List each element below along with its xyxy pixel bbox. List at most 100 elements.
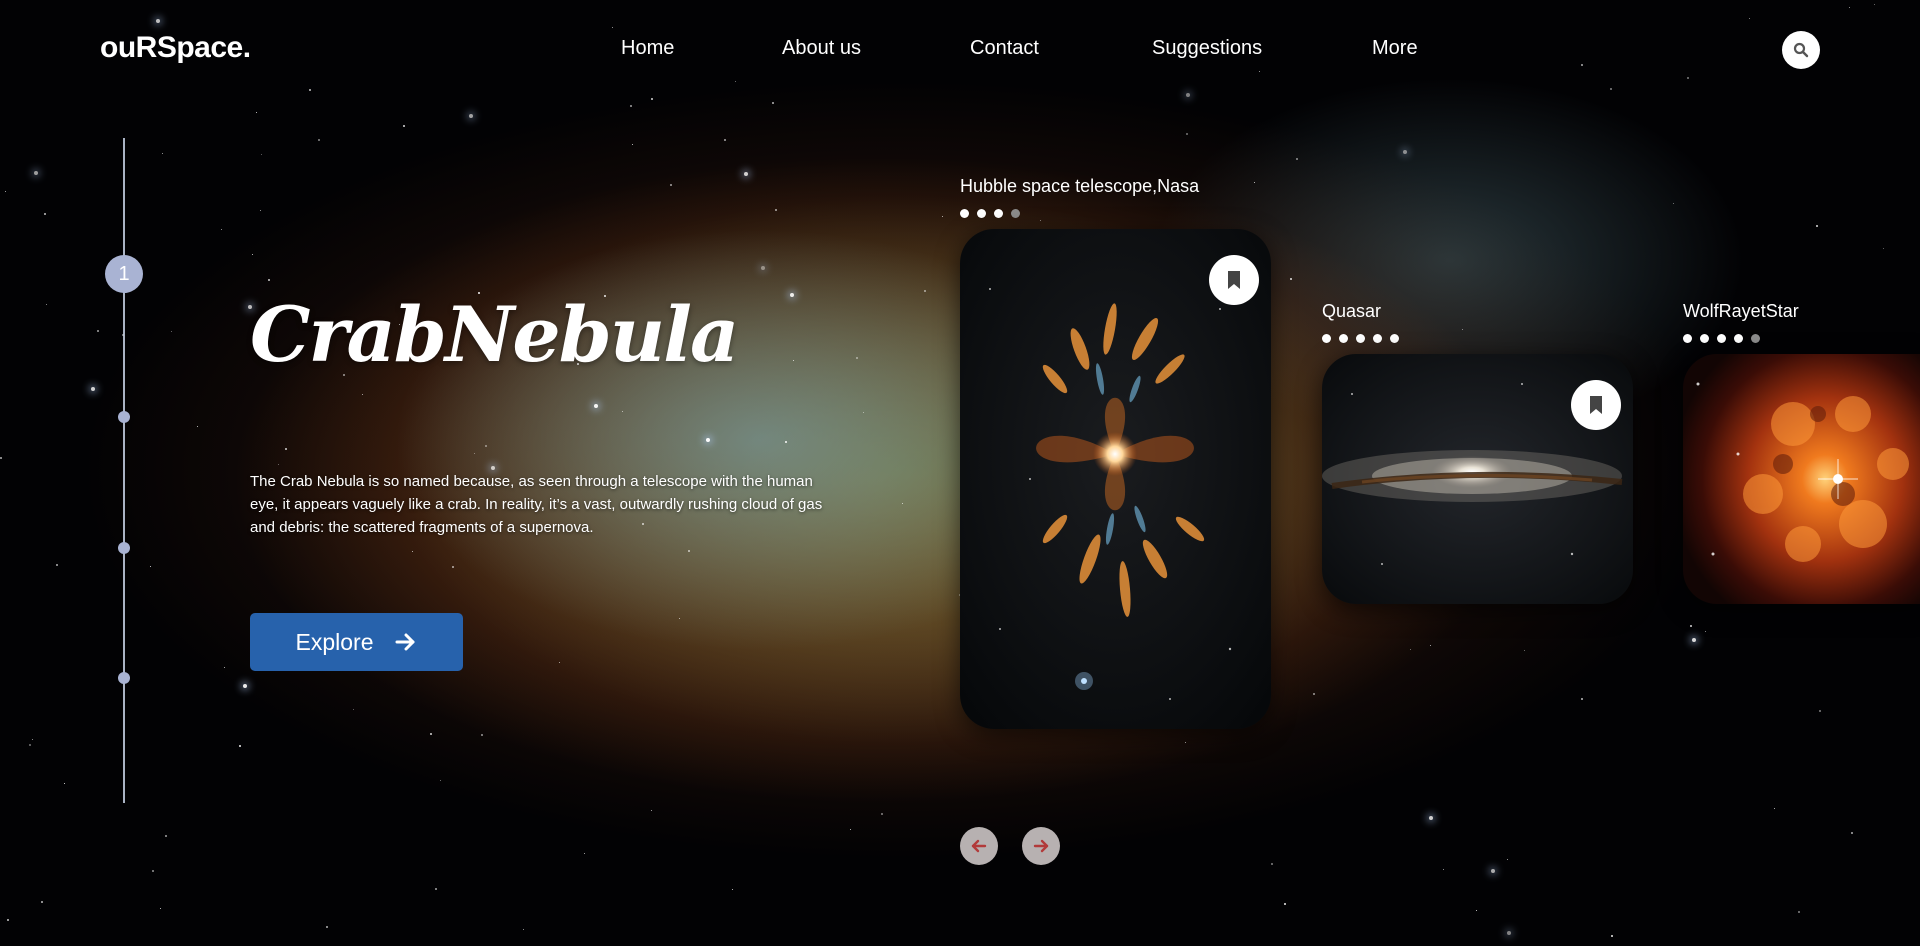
star [1581, 64, 1583, 66]
star [481, 734, 483, 736]
butterfly-nebula-image [960, 229, 1271, 729]
star [735, 81, 737, 83]
rating-dot [1322, 334, 1331, 343]
star [160, 908, 162, 910]
search-button[interactable] [1782, 31, 1820, 69]
slide-pager-current[interactable]: 1 [105, 255, 143, 293]
star [924, 290, 926, 292]
hero-title: CrabNebula [250, 290, 739, 379]
star [469, 114, 473, 118]
rating-dot [1683, 334, 1692, 343]
star [1798, 911, 1800, 913]
star [152, 870, 154, 872]
star [1883, 248, 1885, 250]
star [171, 331, 173, 333]
star [309, 89, 311, 91]
rating-dot [1390, 334, 1399, 343]
bookmark-button[interactable] [1209, 255, 1259, 305]
star [724, 139, 726, 141]
rating-dot [960, 209, 969, 218]
star [1816, 225, 1818, 227]
card-wolfrayetstar[interactable] [1683, 354, 1920, 604]
star [1186, 133, 1188, 135]
star [856, 357, 858, 359]
star [7, 919, 9, 921]
bookmark-icon [1590, 396, 1602, 414]
card-label-quasar: Quasar [1322, 301, 1382, 321]
nav-item-home[interactable]: Home [621, 37, 674, 60]
star [252, 254, 254, 256]
star [1271, 863, 1273, 865]
star [1705, 631, 1707, 633]
rating-dot [994, 209, 1003, 218]
star [41, 901, 43, 903]
star [1507, 859, 1509, 861]
nav-item-suggestions[interactable]: Suggestions [1152, 37, 1262, 60]
star [44, 213, 46, 215]
star [863, 412, 865, 414]
star [1040, 220, 1042, 222]
rating-dot [1339, 334, 1348, 343]
slide-pager-dot[interactable] [118, 542, 130, 554]
nav-item-more[interactable]: More [1372, 37, 1418, 60]
star [850, 829, 852, 831]
star [732, 889, 734, 891]
carousel-prev-button[interactable] [960, 827, 998, 865]
star [362, 394, 364, 396]
wolf-rayet-star-image [1683, 354, 1920, 604]
star [1296, 158, 1298, 160]
star [435, 888, 437, 890]
brand-logo[interactable]: ouRSpace. [100, 31, 251, 65]
star [412, 551, 414, 553]
star [1491, 869, 1495, 873]
star [1185, 742, 1187, 744]
rating-dot [1734, 334, 1743, 343]
star [46, 304, 48, 306]
carousel-next-button[interactable] [1022, 827, 1060, 865]
star [1259, 71, 1261, 73]
card-rating-dots [1683, 334, 1760, 343]
bookmark-button[interactable] [1571, 380, 1621, 430]
card-quasar[interactable] [1322, 354, 1633, 604]
star [197, 426, 199, 428]
star [260, 210, 262, 212]
rating-dot [1373, 334, 1382, 343]
star [1462, 329, 1464, 331]
nav-item-contact[interactable]: Contact [970, 37, 1039, 60]
star [1692, 638, 1696, 642]
star [1610, 88, 1612, 90]
star [670, 184, 672, 186]
card-rating-dots [960, 209, 1020, 218]
rating-dot [1011, 209, 1020, 218]
star [278, 464, 280, 466]
card-label-wolfrayetstar: WolfRayetStar [1683, 301, 1799, 321]
star [0, 457, 2, 459]
star [165, 835, 167, 837]
star [902, 503, 904, 505]
arrow-right-icon [1033, 839, 1049, 853]
star [706, 438, 710, 442]
star [452, 566, 454, 568]
star [353, 709, 355, 711]
rating-dot [1356, 334, 1365, 343]
star [1284, 903, 1286, 905]
star [1690, 625, 1692, 627]
star [1581, 698, 1583, 700]
card-hubble[interactable] [960, 229, 1271, 729]
star [1819, 710, 1821, 712]
star [485, 445, 487, 447]
rating-dot [1717, 334, 1726, 343]
star [630, 105, 632, 107]
star [56, 564, 58, 566]
nav-item-about-us[interactable]: About us [782, 37, 861, 60]
star [1611, 935, 1613, 937]
explore-button[interactable]: Explore [250, 613, 463, 671]
slide-pager-dot[interactable] [118, 672, 130, 684]
star [594, 404, 598, 408]
star [150, 566, 152, 568]
star [34, 171, 38, 175]
star [318, 139, 320, 141]
slide-pager-dot[interactable] [118, 411, 130, 423]
star [622, 411, 624, 413]
star [1524, 650, 1526, 652]
